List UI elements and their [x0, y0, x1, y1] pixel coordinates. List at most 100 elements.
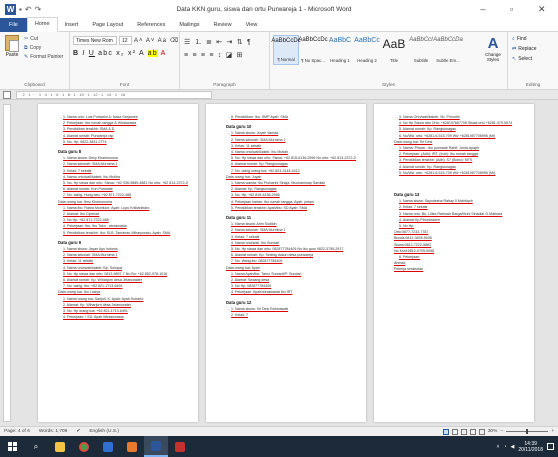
font-size-select[interactable]: 12: [119, 36, 132, 45]
outlook-icon[interactable]: [120, 436, 144, 457]
select-button[interactable]: ↖ Select: [512, 56, 537, 62]
zoom-out-icon[interactable]: −: [500, 429, 503, 434]
outline-view-icon[interactable]: [469, 428, 476, 435]
align-right-icon[interactable]: ≡: [201, 52, 206, 59]
tab-page-layout[interactable]: Page Layout: [85, 18, 130, 32]
language-indicator[interactable]: English (U.S.): [89, 429, 119, 434]
redo-icon[interactable]: ↷: [35, 5, 42, 14]
document-area[interactable]: 1. Nama ortu: Luis Purbarini A: Nasa Sar…: [0, 100, 558, 426]
change-styles-button[interactable]: A Change Styles: [482, 35, 504, 62]
windows-start-icon[interactable]: [0, 436, 24, 457]
style-subtle-emphasis[interactable]: AaBbCcDa Subtle Em...: [433, 35, 463, 65]
numbering-icon[interactable]: ⒈: [195, 39, 203, 46]
document-line[interactable]: 5. Pendidikan terakhir: Ayah/ibu: SD Aya…: [226, 205, 356, 211]
style-heading-1[interactable]: AaBbC Heading 1: [327, 35, 353, 65]
document-line[interactable]: 5. No. Hp: 0822-3831-2774: [58, 139, 188, 145]
align-center-icon[interactable]: ≡: [192, 52, 197, 59]
minimize-button[interactable]: –: [480, 4, 485, 15]
clock[interactable]: 14:39 20/11/2018: [518, 441, 543, 453]
font-format-buttons[interactable]: B I U abc x₂ x² A ab A: [73, 50, 166, 57]
font-color-icon[interactable]: A: [161, 50, 167, 57]
cut-button[interactable]: ✂ Cut: [24, 36, 63, 42]
word-taskbar-icon[interactable]: [144, 436, 168, 457]
multilevel-list-icon[interactable]: ≣: [206, 39, 213, 46]
underline-icon[interactable]: U: [89, 50, 95, 57]
tab-view[interactable]: View: [239, 18, 265, 32]
document-page[interactable]: 1. Nama ortu: Luis Purbarini A: Nasa Sar…: [38, 104, 198, 422]
document-line[interactable]: Pekerja serabutan: [394, 266, 524, 272]
ruler-scale[interactable]: · 2 · 1 · · · 1 · 4 · 1 · 6 · 1 · 8 · 1 …: [16, 91, 212, 99]
strikethrough-icon[interactable]: abc: [98, 50, 113, 57]
style-no-spacing[interactable]: AaBbCcDc ¶ No Spac...: [298, 35, 327, 65]
document-page[interactable]: 3. Nama Ortu/wali/kakek: Sb. Pinurdih 4. …: [374, 104, 534, 422]
style-title[interactable]: AaB Title: [381, 35, 407, 65]
style-normal[interactable]: AaBbCcDc ¶ Normal: [271, 35, 301, 65]
zoom-slider[interactable]: [506, 429, 549, 434]
blank-line[interactable]: [394, 182, 524, 188]
bold-icon[interactable]: B: [73, 50, 79, 57]
subscript-icon[interactable]: x₂: [116, 50, 125, 57]
copy-button[interactable]: ⧉ Copy: [24, 45, 63, 51]
increase-indent-icon[interactable]: ⇥: [226, 39, 233, 46]
tab-references[interactable]: References: [130, 18, 172, 32]
align-buttons[interactable]: ≡ ≡ ≡ ≡ ↕ ◪ ⊞: [184, 51, 244, 59]
line-spacing-icon[interactable]: ↕: [218, 52, 223, 59]
text-effects-icon[interactable]: A: [139, 50, 144, 57]
superscript-icon[interactable]: x²: [128, 50, 136, 57]
page-count[interactable]: Page: 4 of 6: [4, 429, 30, 434]
horizontal-ruler[interactable]: · 2 · 1 · · · 1 · 4 · 1 · 6 · 1 · 8 · 1 …: [0, 90, 558, 100]
file-explorer-icon[interactable]: [48, 436, 72, 457]
draft-view-icon[interactable]: [478, 428, 485, 435]
show-marks-icon[interactable]: ¶: [247, 39, 252, 46]
vertical-ruler[interactable]: [3, 104, 11, 422]
print-layout-view-icon[interactable]: [442, 428, 449, 435]
restore-button[interactable]: ▫: [510, 4, 513, 15]
align-left-icon[interactable]: ≡: [184, 52, 189, 59]
tab-review[interactable]: Review: [207, 18, 239, 32]
sort-icon[interactable]: ⇅: [237, 39, 244, 46]
document-line[interactable]: 5. Pendidikan: Ibu: SMP Ayah: SMA: [226, 114, 356, 120]
word-count[interactable]: Words: 1,709: [39, 429, 67, 434]
style-subtitle[interactable]: AaBbCcI Subtitle: [408, 35, 434, 65]
word-icon[interactable]: W: [5, 3, 16, 15]
list-buttons[interactable]: ☰ ⒈ ≣ ⇤ ⇥ ⇅ ¶: [184, 37, 252, 47]
proofing-icon[interactable]: ✔: [76, 429, 80, 434]
paste-button[interactable]: Paste: [3, 35, 21, 58]
bullets-icon[interactable]: ☰: [184, 39, 191, 46]
media-icon[interactable]: [96, 436, 120, 457]
undo-icon[interactable]: ↶: [25, 5, 32, 14]
document-page[interactable]: 5. Pendidikan: Ibu: SMP Ayah: SMA Data gu…: [206, 104, 366, 422]
tab-selector[interactable]: [3, 91, 11, 99]
close-button[interactable]: ✕: [538, 4, 546, 15]
borders-icon[interactable]: ⊞: [237, 52, 244, 59]
document-line[interactable]: 4. Pekerjaan: Ayah/wiraswasta ibu IRT: [226, 289, 356, 295]
notification-icon[interactable]: [547, 443, 554, 450]
zoom-level[interactable]: 30%: [488, 429, 498, 434]
grow-shrink-font-icons[interactable]: A˄ A˅ Aa ⌫: [134, 37, 179, 44]
replace-button[interactable]: ⇄ Replace: [512, 46, 537, 52]
document-line[interactable]: 2. Kelas: 7: [226, 312, 356, 318]
chevron-up-icon[interactable]: ˄: [497, 444, 500, 450]
network-icon[interactable]: ◔: [503, 444, 506, 450]
tab-mailings[interactable]: Mailings: [172, 18, 206, 32]
highlight-icon[interactable]: ab: [147, 50, 158, 57]
shading-icon[interactable]: ◪: [226, 52, 234, 59]
format-painter-button[interactable]: ✎ Format Painter: [24, 54, 63, 60]
style-heading-2[interactable]: AaBbCc Heading 2: [354, 35, 380, 65]
save-icon[interactable]: ▪: [19, 5, 22, 14]
decrease-indent-icon[interactable]: ⇤: [216, 39, 223, 46]
web-layout-icon[interactable]: [460, 428, 467, 435]
volume-icon[interactable]: ◀: [510, 444, 514, 450]
find-button[interactable]: ⌕ Find: [512, 36, 537, 42]
tab-file[interactable]: File: [0, 17, 27, 32]
justify-icon[interactable]: ≡: [209, 52, 214, 59]
chrome-icon[interactable]: [72, 436, 96, 457]
tab-home[interactable]: Home: [26, 17, 58, 32]
zoom-in-icon[interactable]: +: [551, 429, 554, 434]
document-line[interactable]: 4. Pekerjaan: / SD: Ayah Wirasuwasta: [58, 314, 188, 320]
italic-icon[interactable]: I: [82, 50, 85, 57]
tab-insert[interactable]: Insert: [58, 18, 86, 32]
full-screen-reading-icon[interactable]: [451, 428, 458, 435]
search-icon[interactable]: ⌕: [24, 436, 48, 457]
app-icon[interactable]: [168, 436, 192, 457]
